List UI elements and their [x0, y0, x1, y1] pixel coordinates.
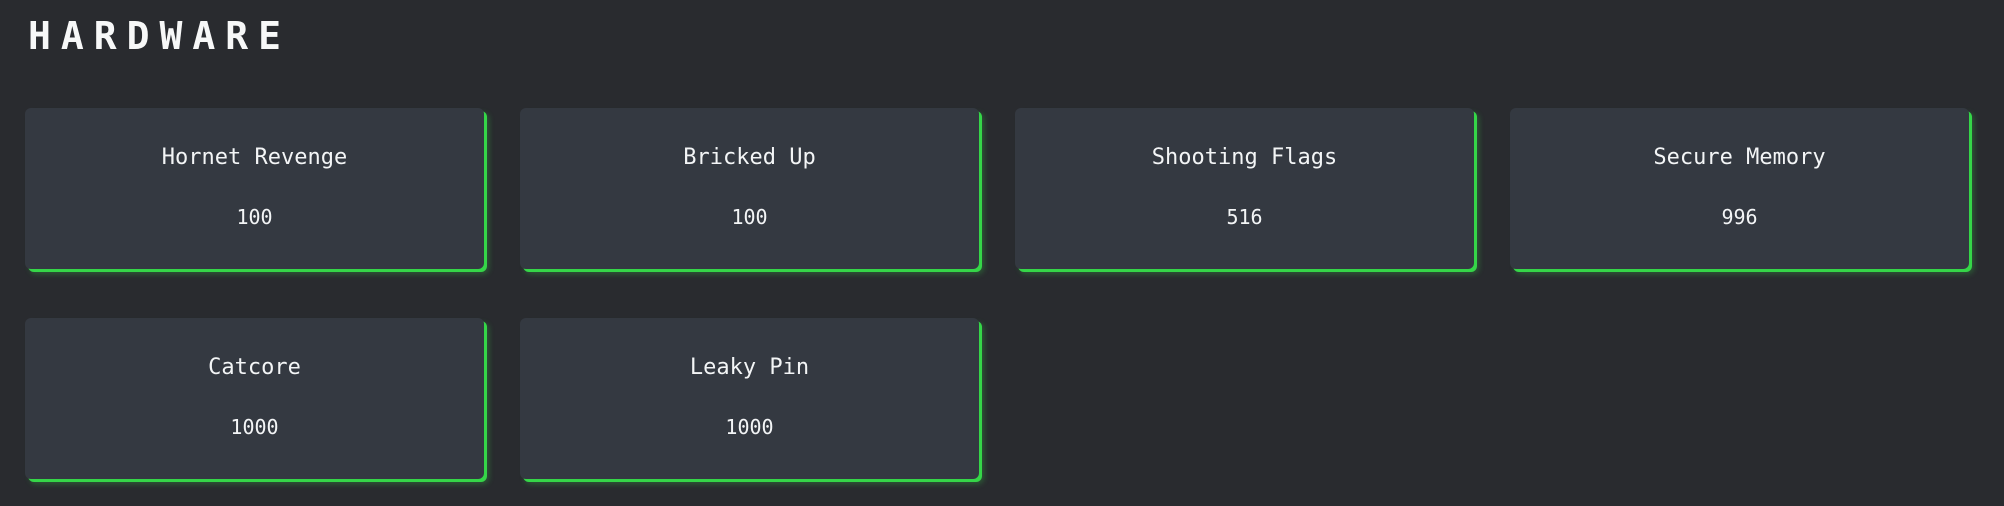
challenge-name: Secure Memory — [1653, 145, 1826, 170]
challenge-name: Catcore — [208, 355, 301, 380]
challenge-card-leaky-pin[interactable]: Leaky Pin 1000 — [520, 318, 979, 479]
challenge-card-hornet-revenge[interactable]: Hornet Revenge 100 — [25, 108, 484, 269]
challenge-points: 516 — [1226, 205, 1263, 229]
challenge-grid: Hornet Revenge 100 Bricked Up 100 Shooti… — [25, 108, 1969, 479]
challenge-points: 1000 — [230, 415, 279, 439]
challenge-card-catcore[interactable]: Catcore 1000 — [25, 318, 484, 479]
challenge-name: Bricked Up — [683, 145, 816, 170]
challenge-name: Leaky Pin — [689, 355, 810, 380]
challenge-card-bricked-up[interactable]: Bricked Up 100 — [520, 108, 979, 269]
challenge-points: 1000 — [725, 415, 774, 439]
challenge-points: 100 — [731, 205, 768, 229]
category-title: HARDWARE — [28, 14, 292, 58]
challenge-name: Shooting Flags — [1151, 145, 1338, 170]
challenge-card-secure-memory[interactable]: Secure Memory 996 — [1510, 108, 1969, 269]
challenge-name: Hornet Revenge — [161, 145, 348, 170]
challenge-points: 100 — [236, 205, 273, 229]
challenge-card-shooting-flags[interactable]: Shooting Flags 516 — [1015, 108, 1474, 269]
challenge-points: 996 — [1721, 205, 1758, 229]
